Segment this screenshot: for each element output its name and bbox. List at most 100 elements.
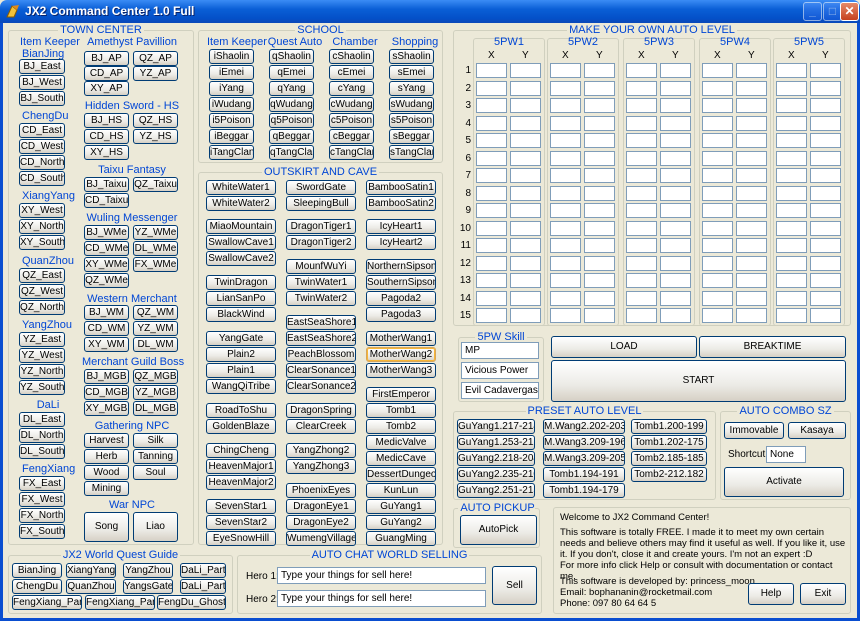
town-button-qz-hs[interactable]: QZ_HS — [133, 113, 178, 128]
coord-x-input[interactable] — [626, 80, 657, 96]
coord-y-input[interactable] — [660, 98, 691, 113]
cave-button-plain1[interactable]: Plain1 — [206, 363, 276, 378]
coord-x-input[interactable] — [626, 308, 657, 323]
coord-y-input[interactable] — [736, 133, 767, 148]
town-button-qz-mgb[interactable]: QZ_MGB — [133, 369, 178, 384]
school-button-cshaolin[interactable]: cShaolin — [329, 49, 374, 64]
coord-x-input[interactable] — [702, 238, 733, 253]
coord-y-input[interactable] — [810, 308, 841, 323]
coord-y-input[interactable] — [510, 98, 541, 113]
town-button-fx-north[interactable]: FX_North — [19, 508, 65, 523]
school-button-sshaolin[interactable]: sShaolin — [389, 49, 434, 64]
coord-y-input[interactable] — [736, 115, 767, 131]
coord-y-input[interactable] — [510, 220, 541, 236]
town-button-yz-wme[interactable]: YZ_WMe — [133, 225, 178, 240]
town-button-fx-south[interactable]: FX_South — [19, 524, 65, 539]
cave-button-wangqitribe[interactable]: WangQiTribe — [206, 379, 276, 394]
cave-button-phoenixeyes[interactable]: PhoenixEyes — [286, 483, 356, 498]
coord-x-input[interactable] — [550, 290, 581, 306]
coord-y-input[interactable] — [510, 80, 541, 96]
cave-button-heavenmajor1[interactable]: HeavenMajor1 — [206, 459, 276, 474]
cave-button-guangming[interactable]: GuangMing — [366, 531, 436, 546]
coord-x-input[interactable] — [550, 308, 581, 323]
quest-button-dali-part2[interactable]: DaLi_Part2 — [180, 579, 226, 594]
coord-x-input[interactable] — [550, 150, 581, 166]
coord-y-input[interactable] — [810, 203, 841, 218]
coord-y-input[interactable] — [810, 255, 841, 271]
cave-button-guyang2[interactable]: GuYang2 — [366, 515, 436, 530]
coord-x-input[interactable] — [550, 133, 581, 148]
coord-y-input[interactable] — [736, 63, 767, 78]
coord-y-input[interactable] — [660, 238, 691, 253]
cave-button-roadtoshu[interactable]: RoadToShu — [206, 403, 276, 418]
cave-button-eastseashore1[interactable]: EastSeaShore1 — [286, 315, 356, 330]
quest-button-fengxiang-part2[interactable]: FengXiang_Part2 — [85, 595, 155, 610]
coord-y-input[interactable] — [810, 133, 841, 148]
coord-y-input[interactable] — [584, 115, 615, 131]
coord-y-input[interactable] — [736, 290, 767, 306]
school-button-qbeggar[interactable]: qBeggar — [269, 129, 314, 144]
town-button-yz-south[interactable]: YZ_South — [19, 380, 65, 395]
coord-x-input[interactable] — [626, 255, 657, 271]
cave-button-pagoda2[interactable]: Pagoda2 — [366, 291, 436, 306]
school-button-i5poison[interactable]: i5Poison — [209, 113, 254, 128]
preset-button-tomb2-212-182[interactable]: Tomb2-212.182 — [631, 467, 707, 482]
town-button-fx-east[interactable]: FX_East — [19, 476, 65, 491]
coord-x-input[interactable] — [776, 150, 807, 166]
cave-button-dragonspring[interactable]: DragonSpring — [286, 403, 356, 418]
cave-button-blackwind[interactable]: BlackWind — [206, 307, 276, 322]
coord-y-input[interactable] — [736, 238, 767, 253]
school-button-itangclan[interactable]: iTangClan — [209, 145, 254, 160]
town-button-silk[interactable]: Silk — [133, 433, 178, 448]
coord-y-input[interactable] — [510, 185, 541, 201]
coord-y-input[interactable] — [660, 290, 691, 306]
hero1-input[interactable]: Type your things for sell here! — [277, 567, 486, 584]
coord-x-input[interactable] — [776, 185, 807, 201]
coord-x-input[interactable] — [776, 133, 807, 148]
preset-button-guyang2-218-204[interactable]: GuYang2.218-204 — [457, 451, 535, 466]
cave-button-tomb2[interactable]: Tomb2 — [366, 419, 436, 434]
town-button-mining[interactable]: Mining — [84, 481, 129, 496]
coord-x-input[interactable] — [776, 255, 807, 271]
school-button-swudang[interactable]: sWudang — [389, 97, 434, 112]
coord-y-input[interactable] — [810, 238, 841, 253]
coord-x-input[interactable] — [776, 203, 807, 218]
coord-x-input[interactable] — [476, 133, 507, 148]
coord-x-input[interactable] — [550, 63, 581, 78]
town-button-xy-wme[interactable]: XY_WMe — [84, 257, 129, 272]
preset-button-tomb1-200-199[interactable]: Tomb1.200-199 — [631, 419, 707, 434]
quest-button-yangzhou[interactable]: YangZhou — [123, 563, 173, 578]
cave-button-dragoneye1[interactable]: DragonEye1 — [286, 499, 356, 514]
quest-button-fengdu-ghost[interactable]: FengDu_Ghost — [157, 595, 226, 610]
coord-y-input[interactable] — [584, 220, 615, 236]
town-button-cd-ap[interactable]: CD_AP — [84, 66, 129, 81]
cave-button-liansanpo[interactable]: LianSanPo — [206, 291, 276, 306]
preset-button-m-wang3-209-196[interactable]: M.Wang3.209-196 — [543, 435, 625, 450]
quest-button-yangsgate[interactable]: YangsGate — [123, 579, 173, 594]
coord-y-input[interactable] — [810, 115, 841, 131]
cave-button-bamboosatin2[interactable]: BambooSatin2 — [366, 196, 436, 211]
cave-button-swallowcave2[interactable]: SwallowCave2 — [206, 251, 276, 266]
coord-y-input[interactable] — [584, 168, 615, 183]
school-button-iyang[interactable]: iYang — [209, 81, 254, 96]
school-button-s5poison[interactable]: s5Poison — [389, 113, 434, 128]
coord-y-input[interactable] — [510, 150, 541, 166]
town-button-dl-wm[interactable]: DL_WM — [133, 337, 178, 352]
coord-x-input[interactable] — [702, 80, 733, 96]
town-button-cd-south[interactable]: CD_South — [19, 171, 65, 186]
town-button-tanning[interactable]: Tanning — [133, 449, 178, 464]
skill-field-3[interactable]: Evil Cadavergas — [461, 382, 539, 399]
cave-button-mediccave[interactable]: MedicCave — [366, 451, 436, 466]
coord-x-input[interactable] — [476, 98, 507, 113]
town-button-cd-west[interactable]: CD_West — [19, 139, 65, 154]
coord-y-input[interactable] — [736, 185, 767, 201]
coord-x-input[interactable] — [550, 185, 581, 201]
town-button-harvest[interactable]: Harvest — [84, 433, 129, 448]
cave-button-northernsipsong[interactable]: NorthernSipsong — [366, 259, 436, 274]
town-button-bj-taixu[interactable]: BJ_Taixu — [84, 177, 129, 192]
cave-button-firstemperor[interactable]: FirstEmperor — [366, 387, 436, 402]
coord-y-input[interactable] — [584, 238, 615, 253]
coord-y-input[interactable] — [510, 63, 541, 78]
school-button-iemei[interactable]: iEmei — [209, 65, 254, 80]
coord-x-input[interactable] — [702, 290, 733, 306]
